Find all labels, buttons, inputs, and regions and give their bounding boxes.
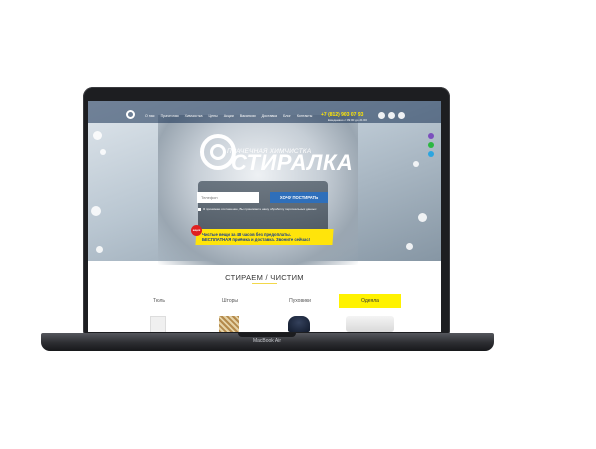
menu-item-delivery[interactable]: Доставка [262,114,277,118]
promo-line-2: БЕСПЛАТНАЯ приёмка и доставка. Звоните с… [202,237,311,242]
menu-item-about[interactable]: О нас [145,114,155,118]
consent-checkbox[interactable] [198,208,201,211]
title-underline [252,283,277,284]
curtains-image [219,316,239,332]
promo-text: Чистые вещи за 48 часов без предоплаты. … [202,232,310,242]
top-nav: О нас Прачечная Химчистка Цены Акции Вак… [88,101,441,123]
tab-blankets[interactable]: Одеяла [339,294,401,308]
telegram-icon[interactable] [428,151,434,157]
bubble-decoration [96,246,103,253]
menu-item-dry-cleaning[interactable]: Химчистка [185,114,203,118]
bubble-decoration [91,206,101,216]
menu-item-laundry[interactable]: Прачечная [161,114,179,118]
viber-icon[interactable] [428,133,434,139]
menu-item-promos[interactable]: Акции [224,114,234,118]
services-title: СТИРАЕМ / ЧИСТИМ [225,273,304,282]
blanket-image [346,316,394,332]
menu-item-blog[interactable]: Блог [283,114,291,118]
brand-swirl-inner-icon [210,144,226,160]
tulle-image [150,316,166,332]
logo-icon[interactable] [126,110,135,119]
laptop-notch [238,333,296,337]
working-hours: Ежедневно с 09:00 до 21:00 [328,118,367,122]
main-menu: О нас Прачечная Химчистка Цены Акции Вак… [145,114,312,118]
hero-section: О нас Прачечная Химчистка Цены Акции Вак… [88,101,441,265]
laptop-label: MacBook Air [252,338,282,344]
bubble-decoration [418,213,427,222]
tab-curtains[interactable]: Шторы [199,294,261,308]
bubble-decoration [93,131,102,140]
down-jacket-image [288,316,310,332]
menu-item-prices[interactable]: Цены [209,114,218,118]
tab-down-jackets[interactable]: Пуховики [269,294,331,308]
whatsapp-icon[interactable] [428,142,434,148]
consent-text: Я принимаю соглашение, Вы принимаете наш… [203,207,317,211]
brand-name: СТИРАЛКА [231,150,354,175]
cta-button[interactable]: ХОЧУ ПОСТИРАТЬ [270,192,328,203]
bubble-decoration [413,161,419,167]
phone-input[interactable] [197,192,259,203]
menu-item-vacancies[interactable]: Вакансии [240,114,256,118]
bubble-decoration [406,243,413,250]
menu-item-contacts[interactable]: Контакты [297,114,313,118]
promo-badge: акция [191,225,202,236]
tab-tulle[interactable]: Тюль [128,294,190,308]
vk-icon[interactable] [378,112,385,119]
screen: О нас Прачечная Химчистка Цены Акции Вак… [88,101,441,332]
bubble-decoration [100,149,106,155]
